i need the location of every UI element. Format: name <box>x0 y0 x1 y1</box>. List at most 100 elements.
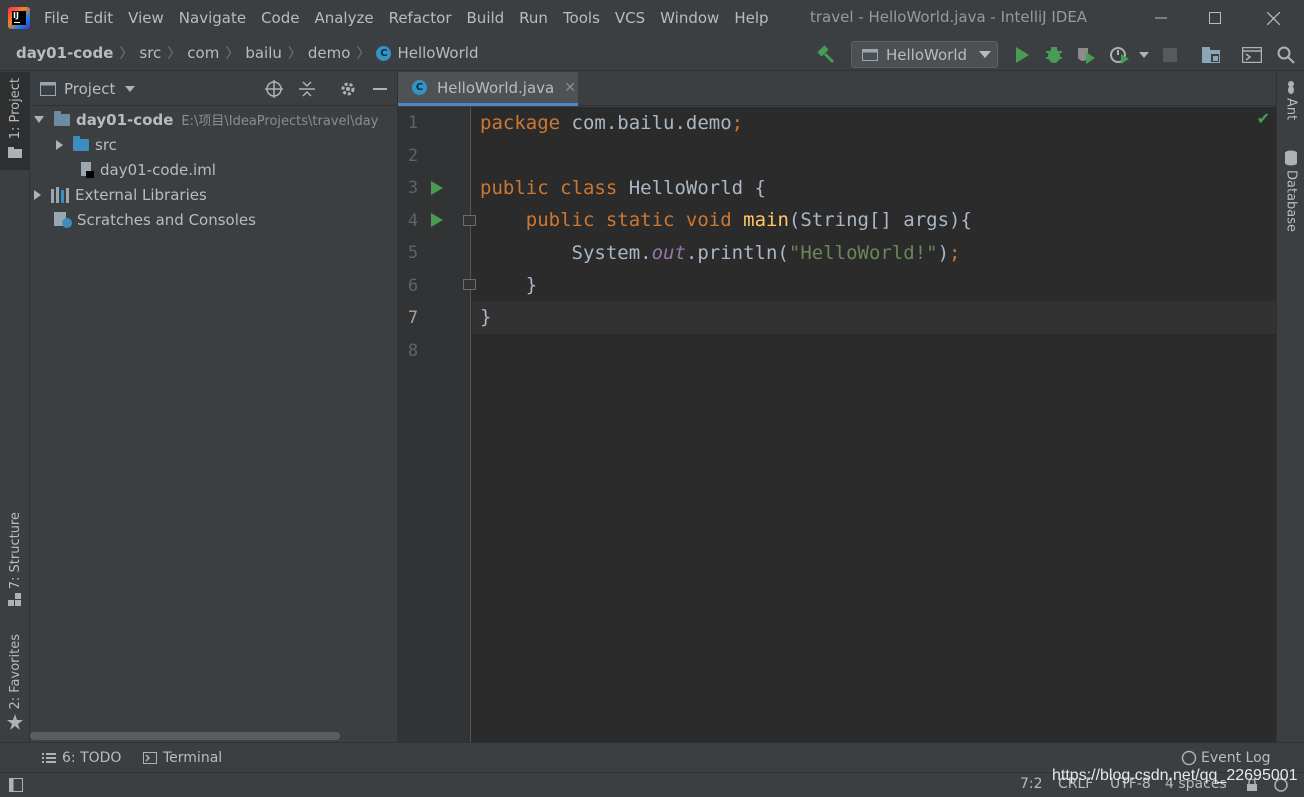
code-line-6: } <box>480 269 537 302</box>
expand-arrow-icon[interactable] <box>34 116 44 123</box>
java-class-icon: C <box>412 80 427 95</box>
caret-position[interactable]: 7:2 <box>1020 776 1043 792</box>
window-title: travel - HelloWorld.java - IntelliJ IDEA <box>810 8 1088 26</box>
tab-favorites[interactable]: 2: Favorites <box>0 634 30 730</box>
gear-icon[interactable] <box>339 80 357 98</box>
menu-file[interactable]: File <box>44 9 69 27</box>
more-run-options-chevron-icon[interactable] <box>1134 45 1154 65</box>
build-hammer-icon[interactable] <box>816 45 836 65</box>
breadcrumb-demo[interactable]: demo <box>308 44 351 62</box>
semicolon: ; <box>731 112 744 134</box>
inspection-ok-check-icon[interactable]: ✔ <box>1257 109 1270 128</box>
breadcrumb-class-label: HelloWorld <box>397 44 479 62</box>
menu-analyze[interactable]: Analyze <box>314 9 373 27</box>
close-window-icon[interactable] <box>1250 0 1296 36</box>
menu-window[interactable]: Window <box>660 9 719 27</box>
application-config-icon <box>862 48 878 61</box>
menu-build[interactable]: Build <box>467 9 505 27</box>
right-tool-strip: Ant Database <box>1276 72 1304 742</box>
tree-item-external-libraries[interactable]: External Libraries <box>34 182 207 207</box>
menu-vcs[interactable]: VCS <box>615 9 645 27</box>
terminal-window-icon[interactable] <box>1242 45 1262 65</box>
collapse-all-icon[interactable] <box>298 80 316 98</box>
tab-project-label: 1: Project <box>7 78 23 140</box>
profiler-icon[interactable] <box>1110 45 1130 65</box>
ant-icon <box>1288 81 1294 94</box>
tab-helloworld-java[interactable]: C HelloWorld.java ✕ <box>398 72 578 106</box>
tab-todo-label: 6: TODO <box>62 750 122 766</box>
run-icon[interactable] <box>1012 45 1032 65</box>
project-panel-title[interactable]: Project <box>64 80 115 98</box>
tree-item-label: Scratches and Consoles <box>77 210 256 229</box>
tab-database[interactable]: Database <box>1277 150 1304 232</box>
menu-view[interactable]: View <box>128 9 164 27</box>
code-text: .println( <box>685 242 789 264</box>
menu-edit[interactable]: Edit <box>84 9 113 27</box>
title-bar: IJ File Edit View Navigate Code Analyze … <box>0 0 1304 36</box>
collapsed-arrow-icon[interactable] <box>34 189 41 200</box>
stop-icon <box>1160 45 1180 65</box>
menu-navigate[interactable]: Navigate <box>179 9 246 27</box>
debug-bug-icon[interactable] <box>1044 45 1064 65</box>
hide-panel-icon[interactable] <box>371 80 389 98</box>
chevron-down-icon[interactable] <box>125 85 136 92</box>
minimize-icon[interactable] <box>1138 0 1184 36</box>
breadcrumb-bailu[interactable]: bailu <box>245 44 282 62</box>
project-structure-icon[interactable] <box>1201 45 1221 65</box>
breadcrumb-com[interactable]: com <box>187 44 219 62</box>
menu-refactor[interactable]: Refactor <box>389 9 452 27</box>
project-path: E:\项目\IdeaProjects\travel\day <box>181 114 379 129</box>
run-configuration-label: HelloWorld <box>886 45 968 64</box>
tab-project[interactable]: 1: Project <box>0 72 30 170</box>
tab-todo[interactable]: 6: TODO <box>42 750 121 766</box>
breadcrumb-separator: 〉 <box>356 46 371 62</box>
tab-terminal[interactable]: Terminal <box>143 750 222 766</box>
tab-event-log[interactable]: Event Log <box>1181 750 1271 766</box>
tree-item-src[interactable]: src <box>56 132 117 157</box>
menu-tools[interactable]: Tools <box>563 9 600 27</box>
locate-target-icon[interactable] <box>265 80 283 98</box>
toggle-tool-windows-icon[interactable] <box>9 778 23 792</box>
java-class-icon: C <box>376 45 392 61</box>
breadcrumb-separator: 〉 <box>287 46 302 62</box>
horizontal-scrollbar[interactable] <box>30 732 340 740</box>
source-folder-icon <box>73 135 89 151</box>
run-gutter-icon[interactable] <box>431 181 443 195</box>
collapsed-arrow-icon[interactable] <box>56 139 63 150</box>
line-number: 4 <box>407 211 419 231</box>
navigation-bar: day01-code 〉 src 〉 com 〉 bailu 〉 demo 〉 … <box>0 36 1304 71</box>
code-line-7: } <box>480 301 491 334</box>
menu-code[interactable]: Code <box>261 9 299 27</box>
tab-ant-label: Ant <box>1283 98 1299 121</box>
run-with-coverage-icon[interactable] <box>1076 45 1096 65</box>
tree-item-label: day01-code <box>76 110 174 129</box>
scratches-icon <box>54 211 72 228</box>
line-number: 3 <box>407 178 419 198</box>
code-editor[interactable]: 1 2 3 4 5 6 7 8 package com.bailu.demo; … <box>398 107 1276 742</box>
static-field: out <box>651 242 686 264</box>
menu-help[interactable]: Help <box>734 9 768 27</box>
menu-run[interactable]: Run <box>519 9 548 27</box>
tree-item-scratches[interactable]: Scratches and Consoles <box>54 207 256 232</box>
breadcrumb-project[interactable]: day01-code <box>16 44 113 62</box>
close-tab-icon[interactable]: ✕ <box>564 80 576 96</box>
line-number: 2 <box>407 146 419 166</box>
breadcrumb-src[interactable]: src <box>139 44 161 62</box>
search-icon[interactable] <box>1276 45 1296 65</box>
tree-item-iml[interactable]: day01-code.iml <box>80 157 216 182</box>
tab-structure[interactable]: 7: Structure <box>0 512 30 607</box>
tree-item-label: src <box>95 135 117 154</box>
chevron-down-icon <box>979 50 992 58</box>
tab-structure-label: 7: Structure <box>7 512 23 590</box>
run-gutter-icon[interactable] <box>431 213 443 227</box>
fold-marker-icon[interactable] <box>463 279 476 290</box>
tab-ant[interactable]: Ant <box>1277 80 1304 120</box>
database-icon <box>1285 150 1297 166</box>
fold-marker-icon[interactable] <box>463 215 476 226</box>
tree-item-project-root[interactable]: day01-code E:\项目\IdeaProjects\travel\day <box>34 107 378 132</box>
maximize-icon[interactable] <box>1192 0 1238 36</box>
breadcrumb-class[interactable]: C HelloWorld <box>376 44 478 62</box>
run-configuration-select[interactable]: HelloWorld <box>851 41 998 68</box>
project-view-icon <box>40 81 56 96</box>
intellij-logo-icon[interactable]: IJ <box>8 7 30 29</box>
